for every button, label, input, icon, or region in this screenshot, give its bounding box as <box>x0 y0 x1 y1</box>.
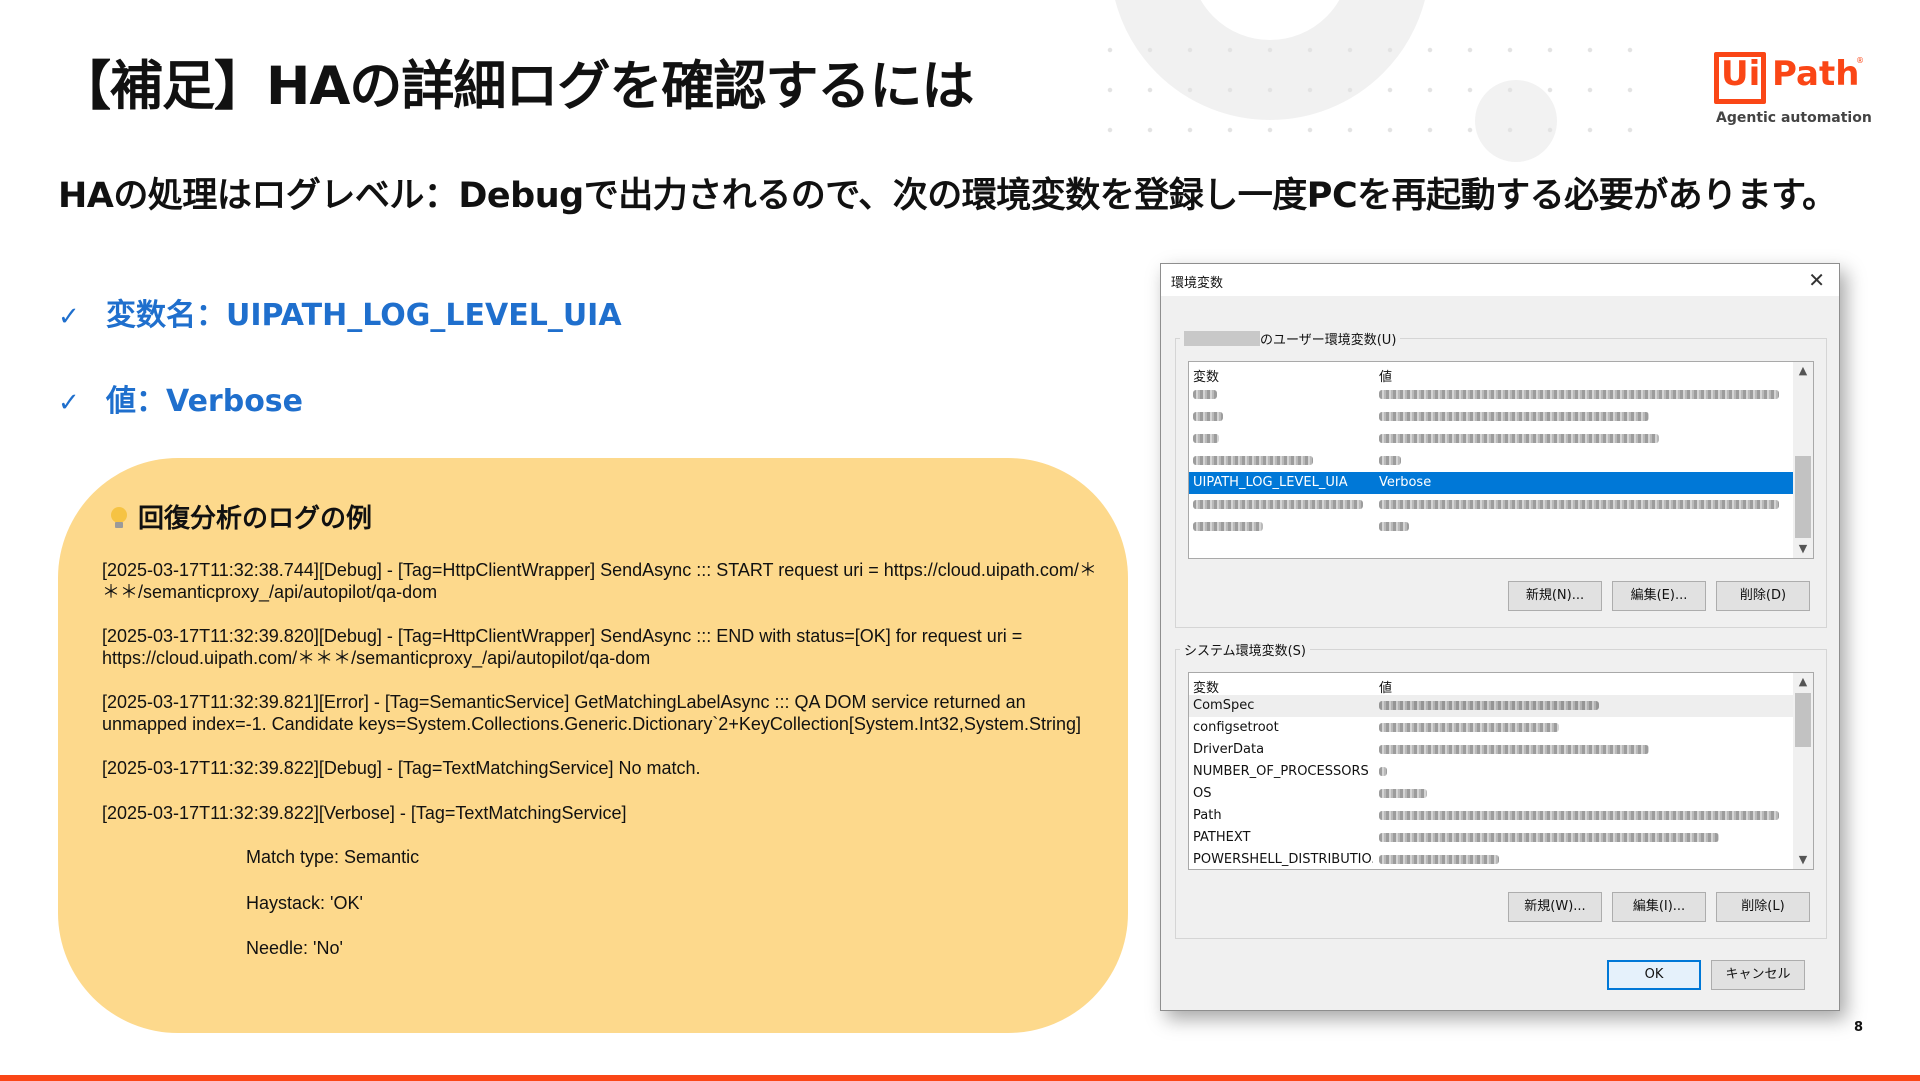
variable-value-cell: Verbose <box>1379 475 1432 490</box>
bottom-accent-bar <box>0 1075 1920 1081</box>
list-row[interactable] <box>1189 516 1793 538</box>
log-detail-line: Haystack: 'OK' <box>246 892 363 913</box>
column-header-variable[interactable]: 変数 <box>1193 366 1219 385</box>
log-detail-line: Match type: Semantic <box>246 847 420 867</box>
column-header-variable[interactable]: 変数 <box>1193 677 1219 696</box>
list-row[interactable]: POWERSHELL_DISTRIBUTIO... <box>1189 849 1793 869</box>
system-edit-button[interactable]: 編集(I)... <box>1612 892 1706 922</box>
slide-title: 【補足】HAの詳細ログを確認するには <box>58 56 974 117</box>
dialog-title: 環境変数 <box>1171 276 1224 291</box>
user-list-scrollbar[interactable]: ▲ ▼ <box>1793 362 1813 558</box>
log-line: [2025-03-17T11:32:38.744][Debug] - [Tag=… <box>102 560 1097 602</box>
list-header: 変数 値 <box>1189 673 1793 696</box>
list-header: 変数 値 <box>1189 362 1793 385</box>
list-row[interactable] <box>1189 450 1793 472</box>
dialog-titlebar: 環境変数 ✕ <box>1161 264 1839 296</box>
uipath-logo: Ui Path ® Agentic automation <box>1710 52 1872 132</box>
page-number: 8 <box>1854 1020 1864 1035</box>
logo-path-text: Path <box>1772 54 1860 94</box>
lightbulb-icon <box>110 507 128 529</box>
list-row-selected[interactable]: UIPATH_LOG_LEVEL_UIA Verbose <box>1189 472 1793 494</box>
scroll-down-icon[interactable]: ▼ <box>1793 540 1813 558</box>
user-delete-button[interactable]: 削除(D) <box>1716 581 1810 611</box>
checklist-text: 変数名：UIPATH_LOG_LEVEL_UIA <box>106 298 622 333</box>
list-row[interactable]: OS <box>1189 783 1793 805</box>
close-icon[interactable]: ✕ <box>1808 268 1825 292</box>
log-lines: [2025-03-17T11:32:38.744][Debug] - [Tag=… <box>102 560 1102 984</box>
scroll-up-icon[interactable]: ▲ <box>1793 362 1813 380</box>
list-row[interactable]: Path <box>1189 805 1793 827</box>
list-row[interactable] <box>1189 428 1793 450</box>
list-row[interactable]: ComSpec <box>1189 695 1793 717</box>
scroll-down-icon[interactable]: ▼ <box>1793 851 1813 869</box>
environment-variables-dialog: 環境変数 ✕ のユーザー環境変数(U) 変数 値 UIPATH_LOG_LEVE… <box>1160 263 1840 1011</box>
log-detail-line: Needle: 'No' <box>246 938 343 958</box>
list-row[interactable] <box>1189 384 1793 406</box>
decorative-dot-grid <box>1090 30 1650 140</box>
log-line: [2025-03-17T11:32:39.822][Verbose] - [Ta… <box>102 802 627 823</box>
system-list-scrollbar[interactable]: ▲ ▼ <box>1793 673 1813 869</box>
user-variables-group: のユーザー環境変数(U) 変数 値 UIPATH_LOG_LEVEL_UIA V… <box>1175 329 1827 628</box>
user-edit-button[interactable]: 編集(E)... <box>1612 581 1706 611</box>
scrollbar-thumb[interactable] <box>1795 693 1811 747</box>
checklist-text: 値：Verbose <box>106 384 304 419</box>
system-variables-label: システム環境変数(S) <box>1180 640 1311 659</box>
ok-button[interactable]: OK <box>1607 960 1701 990</box>
logo-tagline: Agentic automation <box>1716 110 1872 126</box>
list-row[interactable]: configsetroot <box>1189 717 1793 739</box>
column-header-value[interactable]: 値 <box>1379 366 1392 385</box>
log-line: [2025-03-17T11:32:39.822][Debug] - [Tag=… <box>102 758 701 778</box>
system-delete-button[interactable]: 削除(L) <box>1716 892 1810 922</box>
list-row[interactable]: NUMBER_OF_PROCESSORS <box>1189 761 1793 783</box>
cancel-button[interactable]: キャンセル <box>1711 960 1805 990</box>
system-variables-list[interactable]: 変数 値 ComSpec configsetroot DriverData NU… <box>1188 672 1814 870</box>
list-row[interactable] <box>1189 494 1793 516</box>
slide-subtitle: HAの処理はログレベル：Debugで出力されるので、次の環境変数を登録し一度PC… <box>58 176 1837 216</box>
list-row[interactable] <box>1189 406 1793 428</box>
system-new-button[interactable]: 新規(W)... <box>1508 892 1602 922</box>
log-panel-heading: 回復分析のログの例 <box>110 498 372 535</box>
log-line: [2025-03-17T11:32:39.820][Debug] - [Tag=… <box>102 626 1023 668</box>
list-row[interactable]: DriverData <box>1189 739 1793 761</box>
log-example-panel: 回復分析のログの例 [2025-03-17T11:32:38.744][Debu… <box>58 458 1128 1033</box>
scrollbar-thumb[interactable] <box>1795 456 1811 538</box>
checklist-item-variable-name: ✓ 変数名：UIPATH_LOG_LEVEL_UIA <box>58 290 622 334</box>
logo-registered-mark: ® <box>1856 56 1864 65</box>
scroll-up-icon[interactable]: ▲ <box>1793 673 1813 691</box>
system-variables-group: システム環境変数(S) 変数 値 ComSpec configsetroot D… <box>1175 640 1827 939</box>
checkmark-icon: ✓ <box>58 388 80 418</box>
redacted-username <box>1184 331 1260 346</box>
log-heading-text: 回復分析のログの例 <box>138 504 373 534</box>
logo-ui-text: Ui <box>1721 54 1761 94</box>
list-row[interactable]: PATHEXT <box>1189 827 1793 849</box>
log-line: [2025-03-17T11:32:39.821][Error] - [Tag=… <box>102 692 1081 734</box>
variable-name-cell: UIPATH_LOG_LEVEL_UIA <box>1193 475 1348 490</box>
column-header-value[interactable]: 値 <box>1379 677 1392 696</box>
user-variables-label: のユーザー環境変数(U) <box>1180 329 1401 348</box>
user-new-button[interactable]: 新規(N)... <box>1508 581 1602 611</box>
checklist-item-value: ✓ 値：Verbose <box>58 376 303 420</box>
checkmark-icon: ✓ <box>58 302 80 332</box>
user-variables-list[interactable]: 変数 値 UIPATH_LOG_LEVEL_UIA Verbose ▲ ▼ <box>1188 361 1814 559</box>
